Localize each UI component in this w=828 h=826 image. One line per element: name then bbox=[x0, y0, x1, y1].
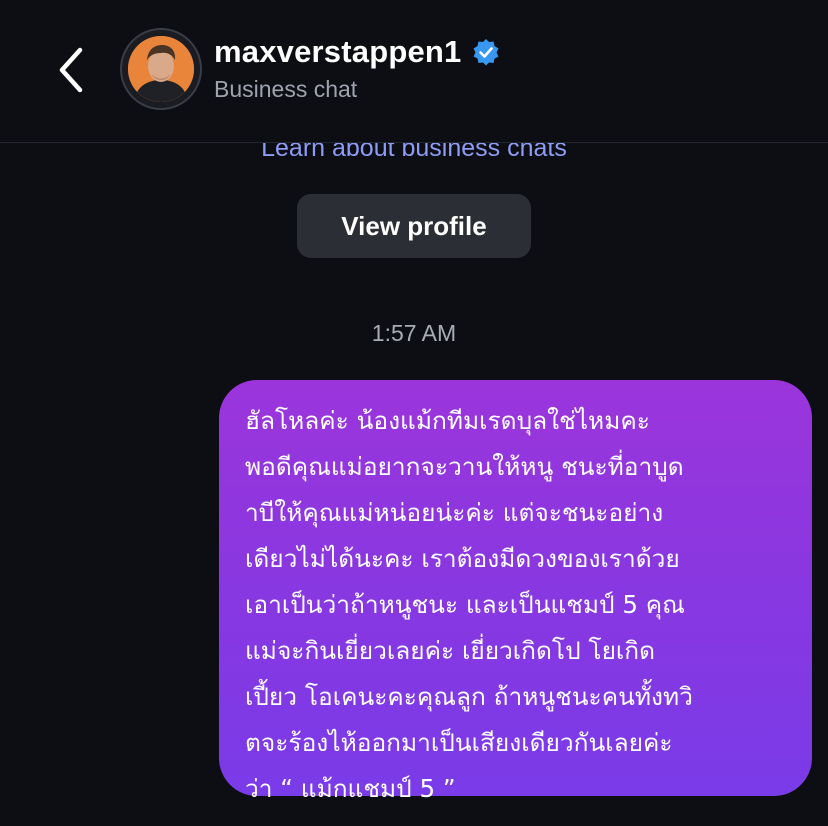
message-line: ว่า “ แม้กแชมป์ 5 ” bbox=[245, 774, 456, 803]
chat-subtitle: Business chat bbox=[214, 76, 358, 102]
message-line: ฮัลโหลค่ะ น้องแม้กทีมเรดบุลใช่ไหมคะ bbox=[245, 406, 650, 435]
chat-header: maxverstappen1 Business chat bbox=[0, 0, 828, 143]
avatar[interactable] bbox=[120, 28, 202, 110]
message-line: เอาเป็นว่าถ้าหนูชนะ และเป็นแชมป์ 5 คุณ bbox=[245, 590, 685, 619]
message-line: พอดีคุณแม่อยากจะวานให้หนู ชนะที่อาบูด bbox=[245, 452, 684, 481]
username: maxverstappen1 bbox=[214, 34, 462, 69]
message-line: ตจะร้องไห้ออกมาเป็นเสียงเดียวกันเลยค่ะ bbox=[245, 728, 673, 757]
avatar-image bbox=[128, 36, 194, 102]
message-line: เดียวไม่ได้นะคะ เราต้องมีดวงของเราด้วย bbox=[245, 544, 680, 573]
learn-about-business-chats-link[interactable]: Learn about business chats bbox=[0, 143, 828, 163]
message-timestamp: 1:57 AM bbox=[371, 320, 457, 346]
message-line: แม่จะกินเยี่ยวเลยค่ะ เยี่ยวเกิดโป โยเกิด bbox=[245, 636, 656, 665]
view-profile-button[interactable]: View profile bbox=[297, 194, 531, 258]
message-line: าบีให้คุณแม่หน่อยน่ะค่ะ แต่จะชนะอย่าง bbox=[245, 498, 664, 527]
learn-link-container: Learn about business chats bbox=[0, 143, 828, 183]
verified-badge-icon bbox=[473, 39, 498, 66]
chevron-left-icon bbox=[59, 47, 83, 93]
message-bubble[interactable]: ฮัลโหลค่ะ น้องแม้กทีมเรดบุลใช่ไหมคะ พอดี… bbox=[219, 380, 812, 803]
message-line: เปี้ยว โอเคนะคะคุณลูก ถ้าหนูชนะคนทั้งทวิ bbox=[245, 682, 693, 711]
back-button[interactable] bbox=[48, 40, 98, 100]
username-row[interactable]: maxverstappen1 bbox=[214, 34, 500, 70]
chat-screen: Learn about business chats maxverstappen… bbox=[0, 0, 828, 826]
